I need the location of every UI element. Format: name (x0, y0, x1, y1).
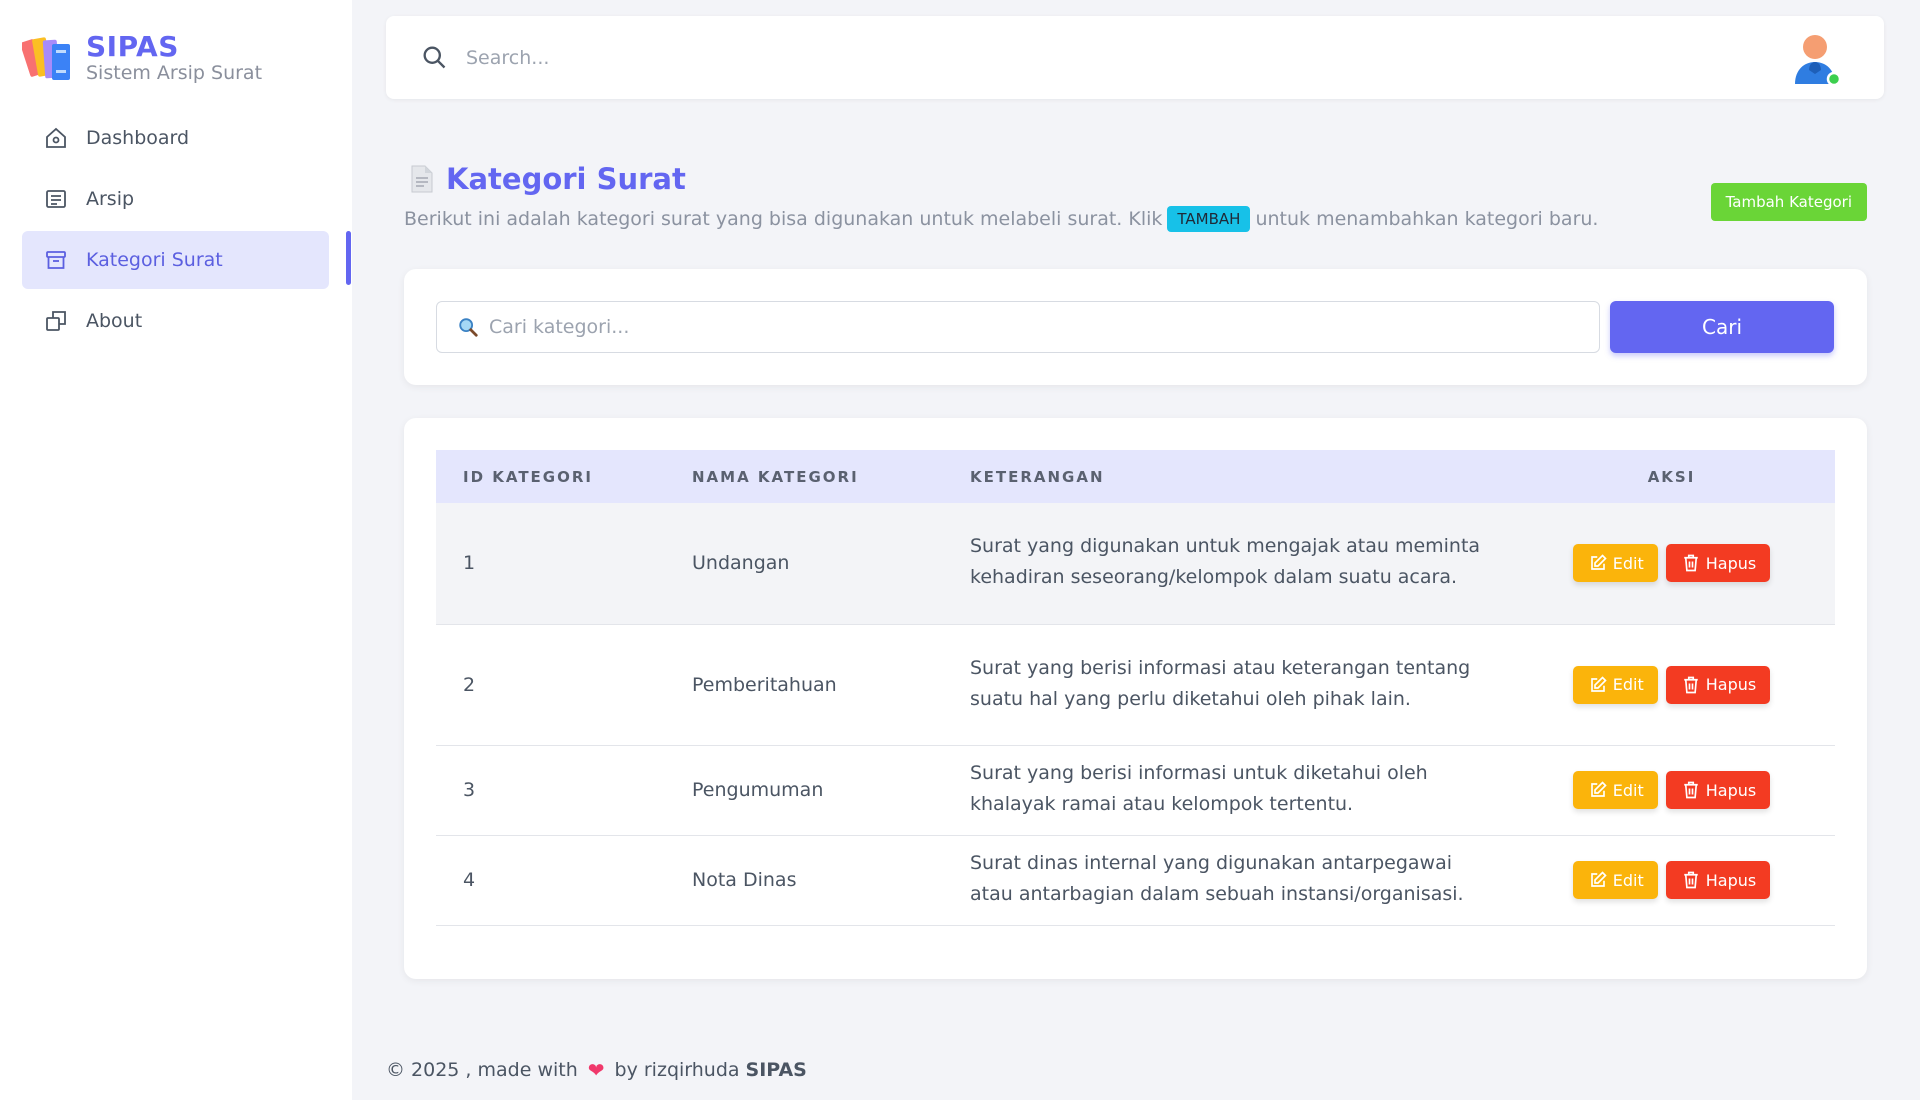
sidebar-item-kategori-surat[interactable]: Kategori Surat (22, 231, 329, 289)
page-title: Kategori Surat (446, 162, 686, 196)
category-table-card: ID KATEGORI NAMA KATEGORI KETERANGAN AKS… (404, 418, 1867, 979)
cell-actions: Edit Hapus (1508, 503, 1835, 624)
table-row: 2 Pemberitahuan Surat yang berisi inform… (436, 624, 1835, 745)
delete-label: Hapus (1705, 553, 1757, 573)
sidebar-item-about[interactable]: About (22, 292, 329, 350)
sidebar-item-label: About (86, 310, 143, 332)
sidebar-item-label: Arsip (86, 188, 135, 210)
edit-button[interactable]: Edit (1572, 665, 1658, 704)
cell-description: Surat yang berisi informasi untuk diketa… (970, 762, 1428, 815)
trash-icon (1684, 676, 1698, 693)
table-row: 1 Undangan Surat yang digunakan untuk me… (436, 503, 1835, 624)
app-title: SIPAS (86, 30, 179, 63)
heart-icon: ❤ (587, 1058, 605, 1082)
category-search-field[interactable] (436, 301, 1600, 353)
cell-actions: Edit Hapus (1508, 835, 1835, 925)
edit-button[interactable]: Edit (1572, 861, 1658, 899)
trash-icon (1684, 554, 1698, 572)
search-icon (423, 46, 446, 69)
edit-icon (1590, 781, 1607, 797)
header-id: ID KATEGORI (463, 467, 593, 486)
footer-copyright: © 2025 , made with (386, 1059, 578, 1081)
active-indicator (346, 231, 351, 285)
header-actions: AKSI (1647, 467, 1696, 486)
brand[interactable]: SIPAS Sistem Arsip Surat (22, 30, 262, 86)
delete-button[interactable]: Hapus (1665, 544, 1771, 583)
cell-actions: Edit Hapus (1508, 624, 1835, 745)
cell-id: 1 (463, 552, 476, 575)
edit-button[interactable]: Edit (1572, 771, 1658, 809)
edit-icon (1590, 675, 1607, 692)
squares-icon (44, 309, 68, 333)
add-category-button[interactable]: Tambah Kategori (1710, 183, 1867, 221)
sidebar-nav: Dashboard Arsip Kategori Surat About (22, 109, 329, 353)
cell-description: Surat yang digunakan untuk mengajak atau… (970, 535, 1481, 589)
app-subtitle: Sistem Arsip Surat (86, 62, 263, 84)
delete-button[interactable]: Hapus (1665, 861, 1771, 899)
category-search-card: Cari (404, 269, 1867, 385)
cell-name: Undangan (692, 552, 790, 575)
sidebar-item-dashboard[interactable]: Dashboard (22, 109, 329, 167)
document-list-icon (44, 187, 68, 211)
trash-icon (1684, 781, 1698, 799)
description-text: Berikut ini adalah kategori surat yang b… (404, 208, 1163, 230)
edit-icon (1590, 871, 1607, 887)
header-name: NAMA KATEGORI (692, 467, 859, 486)
magnifier-icon (459, 318, 478, 337)
cell-actions: Edit Hapus (1508, 745, 1835, 835)
cell-description: Surat dinas internal yang digunakan anta… (970, 852, 1464, 905)
delete-label: Hapus (1705, 870, 1757, 890)
category-search-input[interactable] (487, 315, 1599, 339)
edit-label: Edit (1612, 870, 1644, 890)
cell-name: Nota Dinas (692, 869, 797, 891)
cell-name: Pengumuman (692, 779, 824, 801)
edit-label: Edit (1612, 553, 1644, 573)
table-row: 3 Pengumuman Surat yang berisi informasi… (436, 745, 1835, 835)
search-button[interactable]: Cari (1610, 301, 1834, 353)
topbar (386, 16, 1884, 99)
user-avatar-icon[interactable] (1790, 32, 1842, 88)
delete-button[interactable]: Hapus (1665, 665, 1771, 704)
sidebar: SIPAS Sistem Arsip Surat Dashboard Arsip… (0, 0, 352, 1100)
footer-author: by rizqirhuda (614, 1059, 740, 1081)
sidebar-item-arsip[interactable]: Arsip (22, 170, 329, 228)
category-table: ID KATEGORI NAMA KATEGORI KETERANGAN AKS… (436, 450, 1835, 926)
edit-label: Edit (1612, 675, 1644, 694)
edit-button[interactable]: Edit (1572, 544, 1658, 583)
books-logo-icon (22, 37, 70, 80)
cell-id: 2 (463, 673, 476, 696)
description-text-end: untuk menambahkan kategori baru. (1255, 208, 1599, 230)
archive-box-icon (44, 248, 68, 272)
delete-button[interactable]: Hapus (1665, 771, 1771, 809)
cell-description: Surat yang berisi informasi atau keteran… (970, 656, 1471, 710)
global-search-input[interactable] (464, 40, 1024, 76)
cell-id: 3 (463, 779, 476, 801)
edit-icon (1590, 554, 1607, 571)
trash-icon (1684, 871, 1698, 889)
cell-id: 4 (463, 869, 476, 891)
tambah-badge: TAMBAH (1167, 206, 1251, 232)
home-icon (44, 126, 68, 150)
sidebar-item-label: Dashboard (86, 127, 190, 149)
page-header: Kategori Surat Berikut ini adalah katego… (404, 162, 1867, 232)
table-row: 4 Nota Dinas Surat dinas internal yang d… (436, 835, 1835, 925)
edit-label: Edit (1612, 780, 1644, 800)
page-description: Berikut ini adalah kategori surat yang b… (404, 206, 1867, 232)
header-description: KETERANGAN (970, 467, 1105, 486)
sidebar-item-label: Kategori Surat (86, 249, 223, 271)
delete-label: Hapus (1705, 780, 1757, 800)
table-header-row: ID KATEGORI NAMA KATEGORI KETERANGAN AKS… (436, 450, 1835, 503)
footer: © 2025 , made with ❤ by rizqirhuda SIPAS (386, 1058, 807, 1082)
delete-label: Hapus (1705, 675, 1757, 694)
cell-name: Pemberitahuan (692, 673, 837, 696)
footer-brand-link[interactable]: SIPAS (746, 1059, 807, 1081)
document-icon (411, 165, 433, 193)
